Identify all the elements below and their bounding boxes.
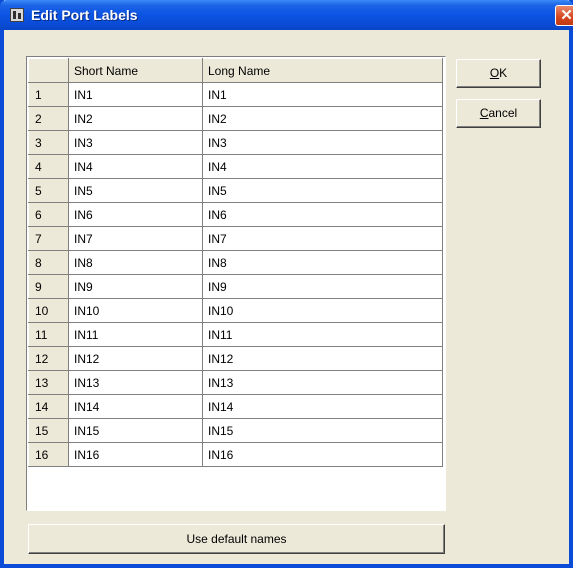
short-name-cell[interactable]: IN9: [68, 274, 203, 299]
ok-button[interactable]: OK: [456, 59, 541, 88]
long-name-cell[interactable]: IN9: [202, 274, 443, 299]
ok-label: K: [499, 66, 508, 80]
short-name-cell[interactable]: IN14: [68, 394, 203, 419]
row-number[interactable]: 3: [28, 130, 69, 155]
row-number[interactable]: 8: [28, 250, 69, 275]
long-name-cell[interactable]: IN4: [202, 154, 443, 179]
table-row: 2 IN2 IN2: [28, 106, 443, 131]
table-row: 9 IN9 IN9: [28, 274, 443, 299]
row-number[interactable]: 2: [28, 106, 69, 131]
table-row: 10 IN10 IN10: [28, 298, 443, 323]
long-name-cell[interactable]: IN14: [202, 394, 443, 419]
table-row: 15 IN15 IN15: [28, 418, 443, 443]
close-icon: ✕: [560, 7, 573, 24]
short-name-cell[interactable]: IN10: [68, 298, 203, 323]
long-name-cell[interactable]: IN13: [202, 370, 443, 395]
table-row: 4 IN4 IN4: [28, 154, 443, 179]
header-corner: [28, 58, 69, 83]
table-row: 1 IN1 IN1: [28, 82, 443, 107]
short-name-cell[interactable]: IN1: [68, 82, 203, 107]
long-name-cell[interactable]: IN15: [202, 418, 443, 443]
long-name-cell[interactable]: IN1: [202, 82, 443, 107]
close-button[interactable]: ✕: [555, 5, 573, 26]
long-name-cell[interactable]: IN2: [202, 106, 443, 131]
row-number[interactable]: 5: [28, 178, 69, 203]
table-row: 14 IN14 IN14: [28, 394, 443, 419]
short-name-cell[interactable]: IN7: [68, 226, 203, 251]
short-name-cell[interactable]: IN6: [68, 202, 203, 227]
long-name-cell[interactable]: IN7: [202, 226, 443, 251]
short-name-cell[interactable]: IN4: [68, 154, 203, 179]
long-name-cell[interactable]: IN5: [202, 178, 443, 203]
short-name-cell[interactable]: IN8: [68, 250, 203, 275]
cancel-label: ancel: [488, 106, 518, 120]
use-default-names-button[interactable]: Use default names: [28, 524, 445, 554]
window-title: Edit Port Labels: [31, 7, 138, 23]
long-name-cell[interactable]: IN3: [202, 130, 443, 155]
table-row: 11 IN11 IN11: [28, 322, 443, 347]
row-number[interactable]: 7: [28, 226, 69, 251]
row-number[interactable]: 12: [28, 346, 69, 371]
table-row: 16 IN16 IN16: [28, 442, 443, 467]
long-name-cell[interactable]: IN6: [202, 202, 443, 227]
short-name-cell[interactable]: IN12: [68, 346, 203, 371]
table-row: 5 IN5 IN5: [28, 178, 443, 203]
long-name-cell[interactable]: IN12: [202, 346, 443, 371]
header-short-name[interactable]: Short Name: [68, 58, 203, 83]
table-row: 12 IN12 IN12: [28, 346, 443, 371]
short-name-cell[interactable]: IN5: [68, 178, 203, 203]
table-row: 7 IN7 IN7: [28, 226, 443, 251]
title-bar[interactable]: Edit Port Labels ✕: [0, 0, 573, 30]
cancel-button[interactable]: Cancel: [456, 99, 541, 128]
header-long-name[interactable]: Long Name: [202, 58, 443, 83]
port-labels-table: Short Name Long Name 1 IN1 IN1 2 IN2 IN2 3 IN3 I…: [28, 58, 443, 467]
short-name-cell[interactable]: IN13: [68, 370, 203, 395]
table-row: 13 IN13 IN13: [28, 370, 443, 395]
app-icon: [10, 8, 24, 22]
long-name-cell[interactable]: IN16: [202, 442, 443, 467]
row-number[interactable]: 11: [28, 322, 69, 347]
long-name-cell[interactable]: IN10: [202, 298, 443, 323]
port-labels-grid: Short Name Long Name 1 IN1 IN1 2 IN2 IN2 3 IN3 I…: [26, 56, 446, 511]
row-number[interactable]: 4: [28, 154, 69, 179]
long-name-cell[interactable]: IN11: [202, 322, 443, 347]
row-number[interactable]: 6: [28, 202, 69, 227]
row-number[interactable]: 14: [28, 394, 69, 419]
short-name-cell[interactable]: IN11: [68, 322, 203, 347]
grid-header-row: Short Name Long Name: [28, 58, 443, 83]
table-row: 8 IN8 IN8: [28, 250, 443, 275]
row-number[interactable]: 1: [28, 82, 69, 107]
table-row: 3 IN3 IN3: [28, 130, 443, 155]
row-number[interactable]: 10: [28, 298, 69, 323]
table-row: 6 IN6 IN6: [28, 202, 443, 227]
row-number[interactable]: 9: [28, 274, 69, 299]
short-name-cell[interactable]: IN16: [68, 442, 203, 467]
row-number[interactable]: 16: [28, 442, 69, 467]
short-name-cell[interactable]: IN2: [68, 106, 203, 131]
row-number[interactable]: 15: [28, 418, 69, 443]
short-name-cell[interactable]: IN15: [68, 418, 203, 443]
row-number[interactable]: 13: [28, 370, 69, 395]
ok-mnemonic: O: [489, 66, 500, 80]
long-name-cell[interactable]: IN8: [202, 250, 443, 275]
short-name-cell[interactable]: IN3: [68, 130, 203, 155]
